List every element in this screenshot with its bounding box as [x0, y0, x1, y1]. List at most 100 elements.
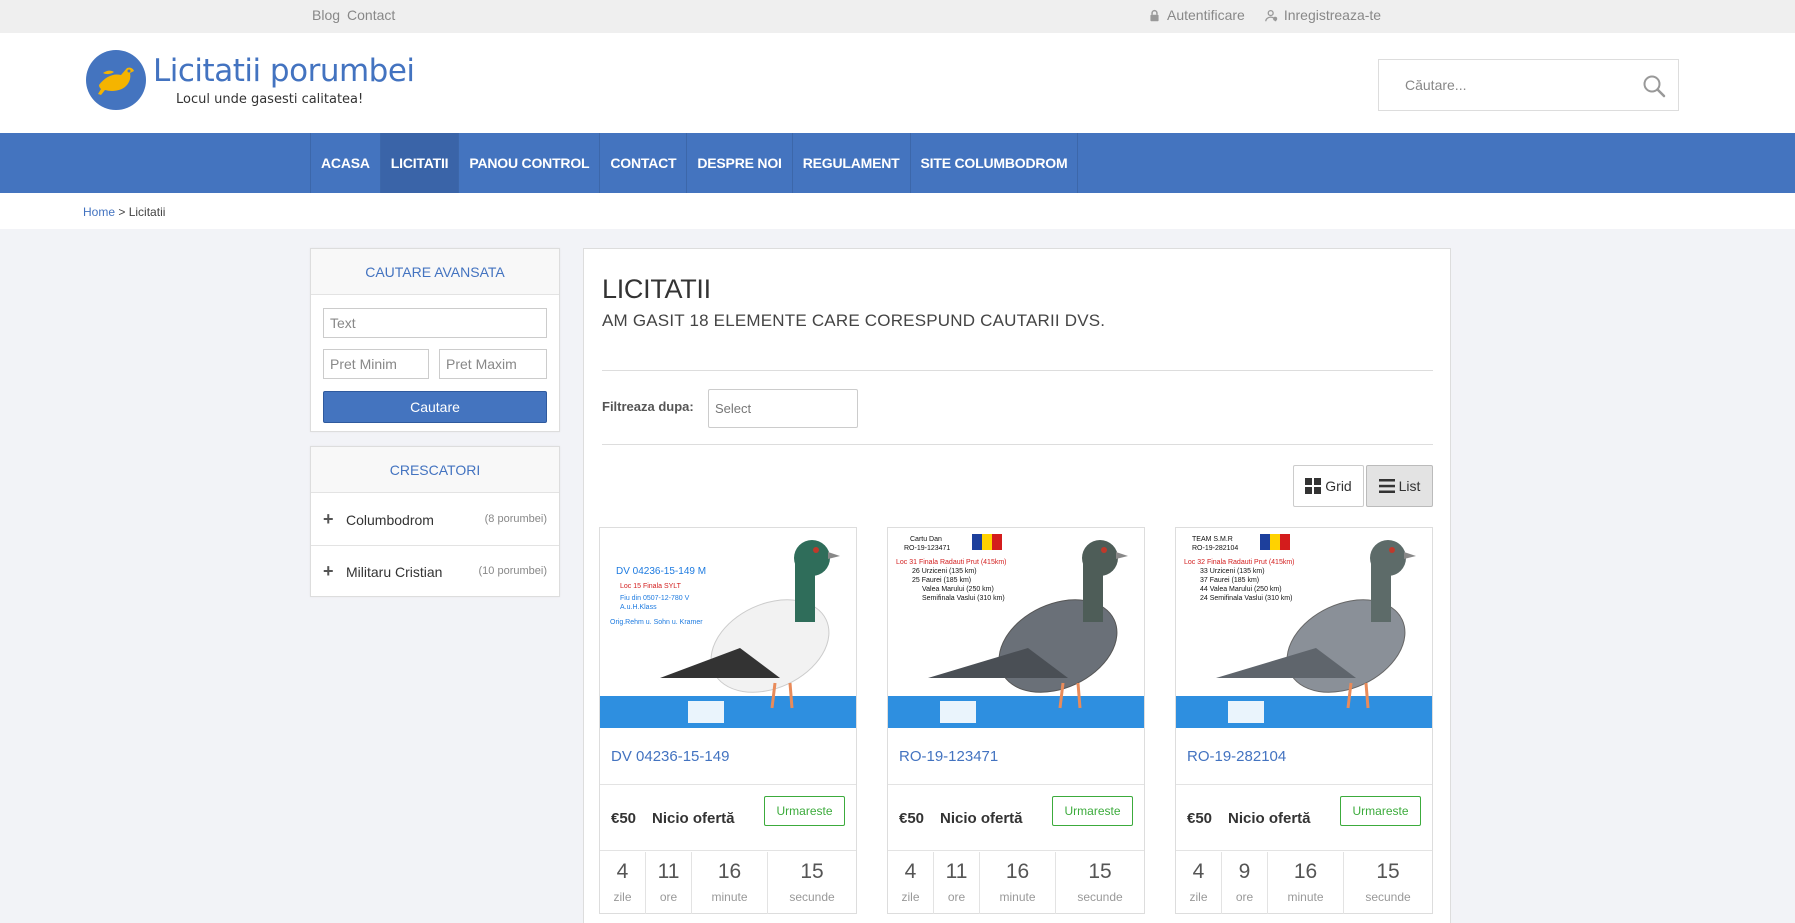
auction-title[interactable]: DV 04236-15-149: [611, 748, 729, 765]
auction-price: €50: [1187, 810, 1213, 827]
grid-icon: [1305, 478, 1322, 494]
auction-price: €50: [611, 810, 637, 827]
countdown-unit: ore: [659, 890, 678, 904]
photo-text-line: Loc 15 Finala SYLT: [620, 583, 682, 590]
countdown-unit: secunde: [789, 890, 835, 904]
register-link[interactable]: Inregistreaza-te: [1264, 7, 1382, 23]
countdown-value: 11: [945, 860, 968, 883]
photo-text-line: Orig.Rehm u. Sohn u. Kramer: [610, 619, 703, 626]
search-box: [1378, 59, 1679, 111]
divider: [1176, 784, 1432, 785]
nav-item-panou-control[interactable]: PANOU CONTROL: [459, 133, 601, 193]
register-label: Inregistreaza-te: [1283, 7, 1382, 23]
breeder-item-columbodrom[interactable]: + Columbodrom (8 porumbei): [311, 494, 559, 546]
filter-select[interactable]: Select: [708, 389, 858, 428]
countdown-minutes: 16 minute: [692, 852, 768, 914]
breadcrumb-separator: >: [118, 205, 126, 219]
auction-price: €50: [899, 810, 925, 827]
countdown-minutes: 16 minute: [980, 852, 1056, 914]
countdown-unit: ore: [1235, 890, 1254, 904]
pigeon-photo[interactable]: Cartu Dan RO-19-123471 Loc 31 Finala Rad…: [888, 528, 1144, 728]
countdown-days: 4 zile: [600, 852, 646, 914]
photo-text-line: Loc 32 Finala Radauti Prut (415km): [1184, 559, 1295, 566]
countdown-unit: minute: [711, 890, 748, 904]
auctions-main: LICITATII AM GASIT 18 ELEMENTE CARE CORE…: [583, 248, 1451, 923]
page-title: LICITATII: [602, 274, 711, 304]
countdown-unit: zile: [613, 890, 632, 904]
advanced-search-title: CAUTARE AVANSATA: [311, 249, 559, 295]
auction-card: Cartu Dan RO-19-123471 Loc 31 Finala Rad…: [887, 527, 1145, 914]
divider: [600, 784, 856, 785]
countdown-seconds: 15 secunde: [1056, 852, 1144, 914]
brand-tagline: Locul unde gasesti calitatea!: [176, 92, 364, 107]
search-icon[interactable]: [1642, 74, 1666, 98]
breadcrumb: Home > Licitatii: [83, 205, 165, 219]
photo-text-line: TEAM S.M.R: [1192, 536, 1233, 543]
photo-text-line: 44 Valea Marului (250 km): [1200, 586, 1282, 593]
breeder-count: (10 porumbei): [478, 565, 547, 577]
photo-text-line: 37 Faurei (185 km): [1200, 577, 1259, 584]
countdown-value: 16: [1293, 860, 1318, 883]
countdown-unit: secunde: [1365, 890, 1411, 904]
follow-button[interactable]: Urmareste: [764, 796, 845, 826]
auction-card: TEAM S.M.R RO-19-282104 Loc 32 Finala Ra…: [1175, 527, 1433, 914]
pigeon-logo-icon[interactable]: [85, 49, 147, 111]
contact-link[interactable]: Contact: [347, 7, 395, 23]
text-search-field[interactable]: [323, 308, 547, 338]
countdown-days: 4 zile: [1176, 852, 1222, 914]
breeder-item-militaru-cristian[interactable]: + Militaru Cristian (10 porumbei): [311, 546, 559, 598]
countdown-unit: minute: [1287, 890, 1324, 904]
plus-icon: +: [323, 509, 334, 529]
max-price-field[interactable]: [439, 349, 547, 379]
auction-title[interactable]: RO-19-123471: [899, 748, 998, 765]
min-price-field[interactable]: [323, 349, 429, 379]
photo-text-line: Loc 31 Finala Radauti Prut (415km): [896, 559, 1007, 566]
top-links-right: Autentificare Inregistreaza-te: [1148, 7, 1381, 23]
photo-text-line: Semifinala Vaslui (310 km): [922, 595, 1005, 602]
pigeon-photo[interactable]: DV 04236-15-149 M Loc 15 Finala SYLT Fiu…: [600, 528, 856, 728]
countdown-unit: zile: [1189, 890, 1208, 904]
advanced-search-button[interactable]: Cautare: [323, 391, 547, 423]
countdown-value: 4: [1192, 860, 1205, 883]
nav-item-despre-noi[interactable]: DESPRE NOI: [687, 133, 793, 193]
top-links-left: Blog Contact: [312, 7, 395, 23]
nav-item-acasa[interactable]: ACASA: [311, 133, 381, 193]
nav-item-regulament[interactable]: REGULAMENT: [793, 133, 911, 193]
follow-button[interactable]: Urmareste: [1052, 796, 1133, 826]
nav-item-licitatii[interactable]: LICITATII: [380, 133, 460, 193]
offer-status: Nicio ofertă: [652, 810, 735, 827]
breeder-count: (8 porumbei): [484, 513, 547, 525]
divider: [888, 850, 1144, 851]
main-nav: ACASA LICITATII PANOU CONTROL CONTACT DESPRE…: [0, 133, 1795, 193]
grid-view-button[interactable]: Grid: [1293, 465, 1364, 507]
list-view-button[interactable]: List: [1366, 465, 1433, 507]
countdown-unit: ore: [947, 890, 966, 904]
photo-text-line: A.u.H.Klass: [620, 604, 657, 611]
offer-status: Nicio ofertă: [1228, 810, 1311, 827]
brand-name[interactable]: Licitatii porumbei: [153, 53, 415, 89]
countdown-unit: minute: [999, 890, 1036, 904]
plus-icon: +: [323, 561, 334, 581]
follow-button[interactable]: Urmareste: [1340, 796, 1421, 826]
breadcrumb-home[interactable]: Home: [83, 205, 115, 219]
divider: [888, 784, 1144, 785]
nav-item-site-columbodrom[interactable]: SITE COLUMBODROM: [911, 133, 1079, 193]
photo-text-line: RO-19-282104: [1192, 545, 1238, 552]
photo-text-line: Fiu din 0507-12-780 V: [620, 595, 690, 602]
countdown-value: 15: [1088, 860, 1112, 883]
countdown-value: 11: [657, 860, 680, 883]
countdown-hours: 11 ore: [934, 852, 980, 914]
auction-card: DV 04236-15-149 M Loc 15 Finala SYLT Fiu…: [599, 527, 857, 914]
breeder-name: Columbodrom: [346, 512, 434, 528]
pigeon-photo[interactable]: TEAM S.M.R RO-19-282104 Loc 32 Finala Ra…: [1176, 528, 1432, 728]
login-link[interactable]: Autentificare: [1148, 7, 1245, 23]
auction-title[interactable]: RO-19-282104: [1187, 748, 1286, 765]
user-add-icon: [1264, 9, 1278, 21]
divider: [602, 444, 1433, 445]
search-input[interactable]: [1380, 61, 1630, 109]
countdown-value: 16: [717, 860, 742, 883]
nav-item-contact[interactable]: CONTACT: [600, 133, 688, 193]
blog-link[interactable]: Blog: [312, 7, 340, 23]
lock-icon: [1150, 9, 1159, 21]
photo-text-line: Cartu Dan: [910, 536, 942, 543]
